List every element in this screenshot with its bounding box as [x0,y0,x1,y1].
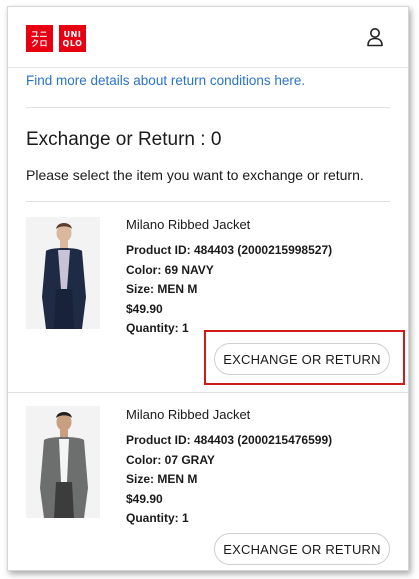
product-image-navy-jacket [26,217,100,329]
product-price: $49.90 [126,491,163,506]
product-color: Color: 69 NAVY [126,262,214,277]
logo-box-katakana: ユニ クロ [26,25,53,52]
divider [26,201,390,202]
product-details: Milano Ribbed Jacket Product ID: 484403 … [126,217,332,339]
exchange-or-return-button[interactable]: EXCHANGE OR RETURN [214,533,390,565]
product-id: Product ID: 484403 (2000215476599) [126,433,333,447]
product-size: Size: MEN M [126,282,198,297]
divider [8,392,408,393]
app-frame: ユニ クロ UNI QLO Find more details about re… [7,6,409,571]
return-conditions-link[interactable]: Find more details about return condition… [26,73,305,88]
exchange-or-return-button[interactable]: EXCHANGE OR RETURN [214,343,390,375]
header: ユニ クロ UNI QLO [8,7,408,68]
instruction-text: Please select the item you want to excha… [26,167,364,183]
product-image-gray-jacket [26,406,100,518]
product-name: Milano Ribbed Jacket [126,217,251,232]
product-id: Product ID: 484403 (2000215998527) [126,243,333,257]
product-size: Size: MEN M [126,472,198,487]
logo-box-latin: UNI QLO [59,25,86,52]
divider [26,107,390,108]
product-color: Color: 07 GRAY [126,452,215,467]
product-name: Milano Ribbed Jacket [126,407,251,422]
user-icon[interactable] [366,27,384,47]
product-quantity: Quantity: 1 [126,511,189,526]
page-title: Exchange or Return : 0 [26,129,222,150]
product-price: $49.90 [126,301,163,316]
uniqlo-logo[interactable]: ユニ クロ UNI QLO [26,25,86,52]
product-details: Milano Ribbed Jacket Product ID: 484403 … [126,407,332,529]
